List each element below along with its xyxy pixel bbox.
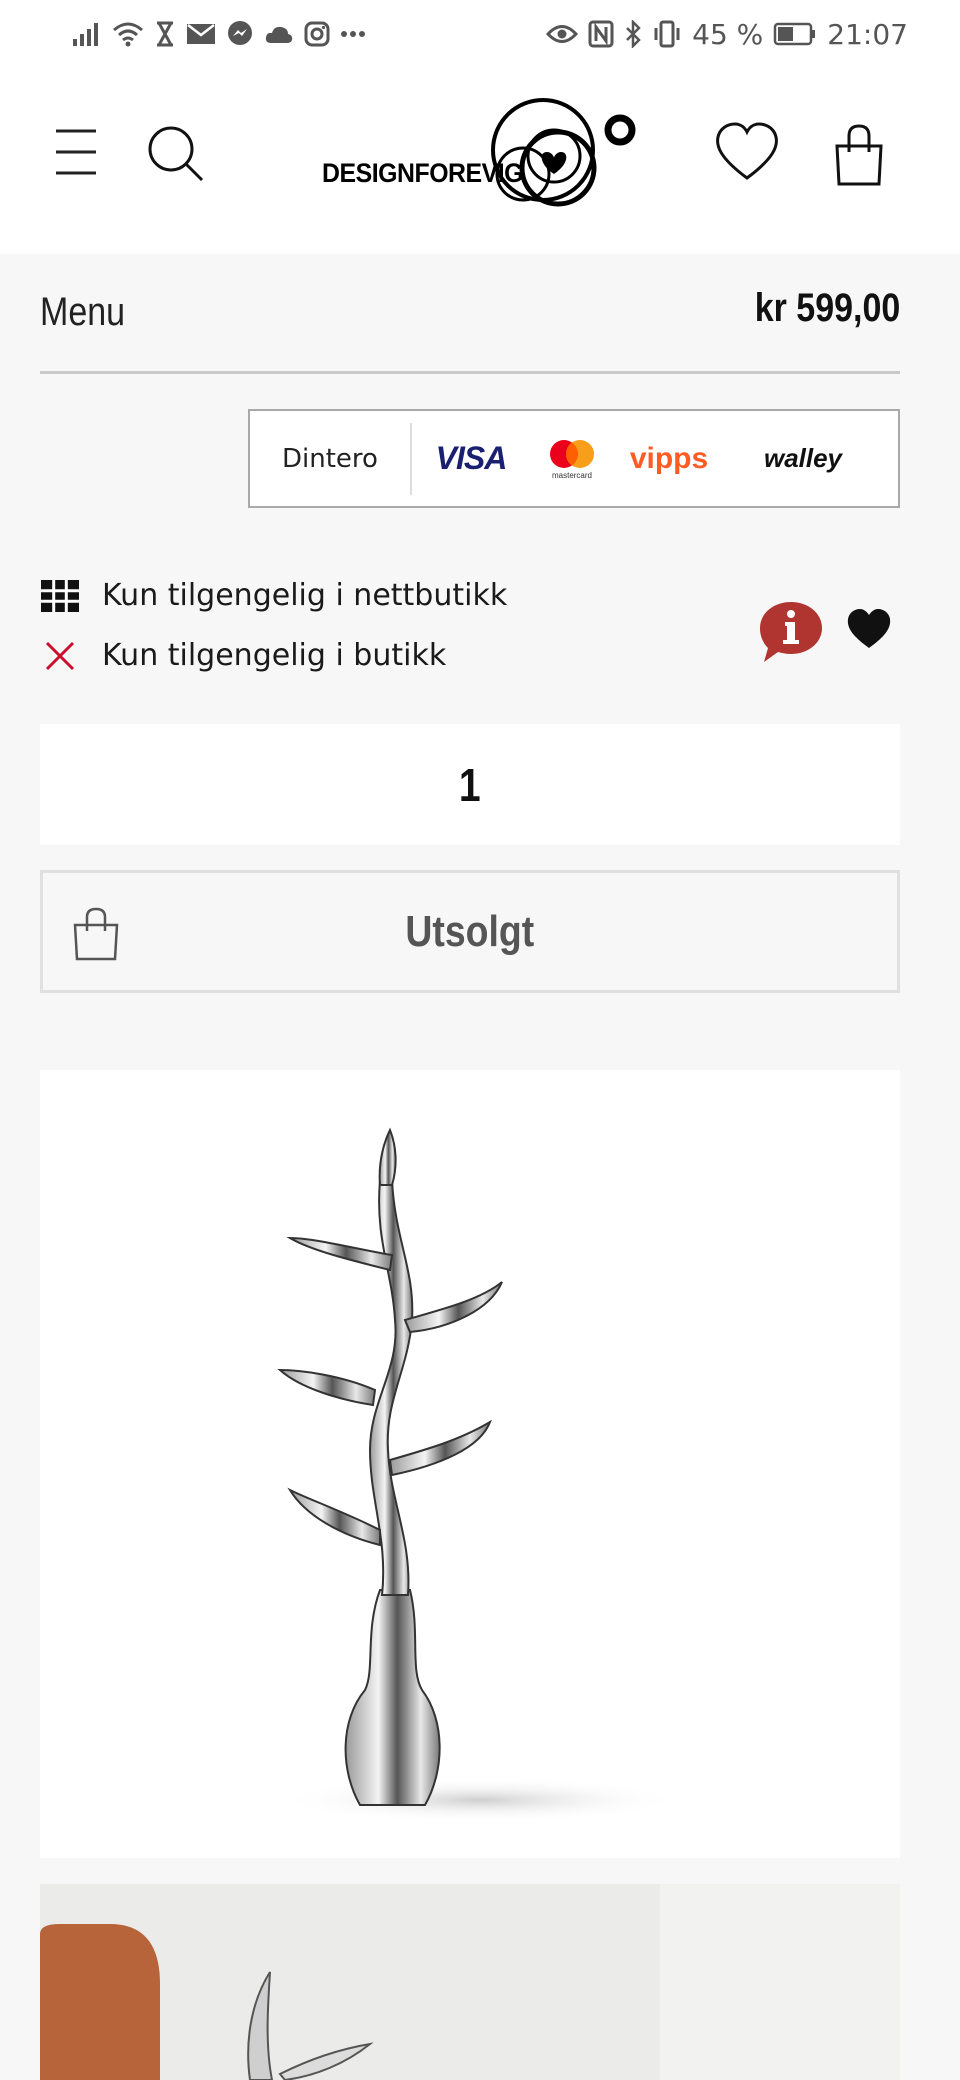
- status-bar: 45 % 21:07: [0, 0, 960, 68]
- lifestyle-photo-image: [40, 1884, 900, 2080]
- soldout-button[interactable]: Utsolgt: [40, 870, 900, 993]
- status-bar-right: 45 % 21:07: [546, 18, 908, 51]
- status-bar-left-icons: [72, 20, 366, 48]
- heart-filled-icon[interactable]: [846, 608, 892, 650]
- availability-section: Kun tilgengelig i nettbutikk Kun tilgeng…: [40, 578, 900, 688]
- product-image-main[interactable]: [40, 1070, 900, 1858]
- battery-icon: [774, 22, 816, 46]
- logo-text: DESIGNFOREVIG: [322, 158, 524, 188]
- eye-icon: [546, 25, 579, 43]
- heart-outline-icon[interactable]: [714, 122, 780, 182]
- product-price: kr 599,00: [754, 286, 900, 330]
- vibrate-icon: [654, 20, 680, 48]
- cloud-icon: [265, 26, 293, 43]
- mail-icon: [187, 24, 215, 44]
- product-image-secondary[interactable]: [40, 1884, 900, 2080]
- hamburger-menu-icon[interactable]: [52, 126, 102, 178]
- shopping-bag-icon[interactable]: [834, 124, 884, 186]
- availability-online: Kun tilgengelig i nettbutikk: [40, 578, 507, 613]
- dintero-logo: Dintero: [250, 422, 412, 495]
- grid-icon: [40, 579, 80, 613]
- battery-percent: 45 %: [692, 17, 764, 51]
- logo-rings-icon: [491, 98, 636, 207]
- nfc-icon: [588, 20, 614, 48]
- close-x-icon: [40, 639, 80, 673]
- hourglass-icon: [157, 21, 173, 47]
- site-header: DESIGNFOREVIG: [0, 68, 960, 254]
- signal-icon: [73, 23, 98, 46]
- menu-price-row: Menu kr 599,00: [40, 254, 900, 374]
- quantity-field[interactable]: 1: [40, 724, 900, 845]
- walley-logo: walley: [763, 443, 843, 473]
- visa-logo: VISA: [435, 440, 508, 476]
- menu-label[interactable]: Menu: [40, 290, 125, 335]
- designforevig-logo[interactable]: DESIGNFOREVIG: [318, 96, 648, 208]
- info-bubble-icon[interactable]: [758, 600, 824, 664]
- instagram-icon: [304, 21, 330, 47]
- tree-sculpture-image: [277, 1127, 680, 1822]
- availability-store-label: Kun tilgengelig i butikk: [102, 638, 447, 673]
- vipps-logo: vipps: [629, 441, 709, 475]
- mastercard-circles-icon: [550, 439, 594, 468]
- payment-methods-box: Dintero VISA mastercard vipps walley: [248, 409, 900, 508]
- more-notifications-icon: [341, 31, 365, 37]
- search-icon[interactable]: [146, 124, 206, 184]
- mastercard-text: mastercard: [551, 470, 592, 480]
- bluetooth-icon: [626, 20, 641, 48]
- availability-online-label: Kun tilgengelig i nettbutikk: [102, 578, 508, 613]
- wifi-icon: [113, 22, 143, 47]
- quantity-value: 1: [459, 758, 481, 811]
- mastercard-logo: mastercard: [530, 411, 614, 506]
- soldout-label: Utsolgt: [405, 906, 535, 956]
- shopping-bag-icon: [73, 907, 119, 961]
- clock: 21:07: [827, 17, 908, 51]
- messenger-icon: [228, 21, 252, 45]
- availability-store: Kun tilgengelig i butikk: [40, 638, 446, 673]
